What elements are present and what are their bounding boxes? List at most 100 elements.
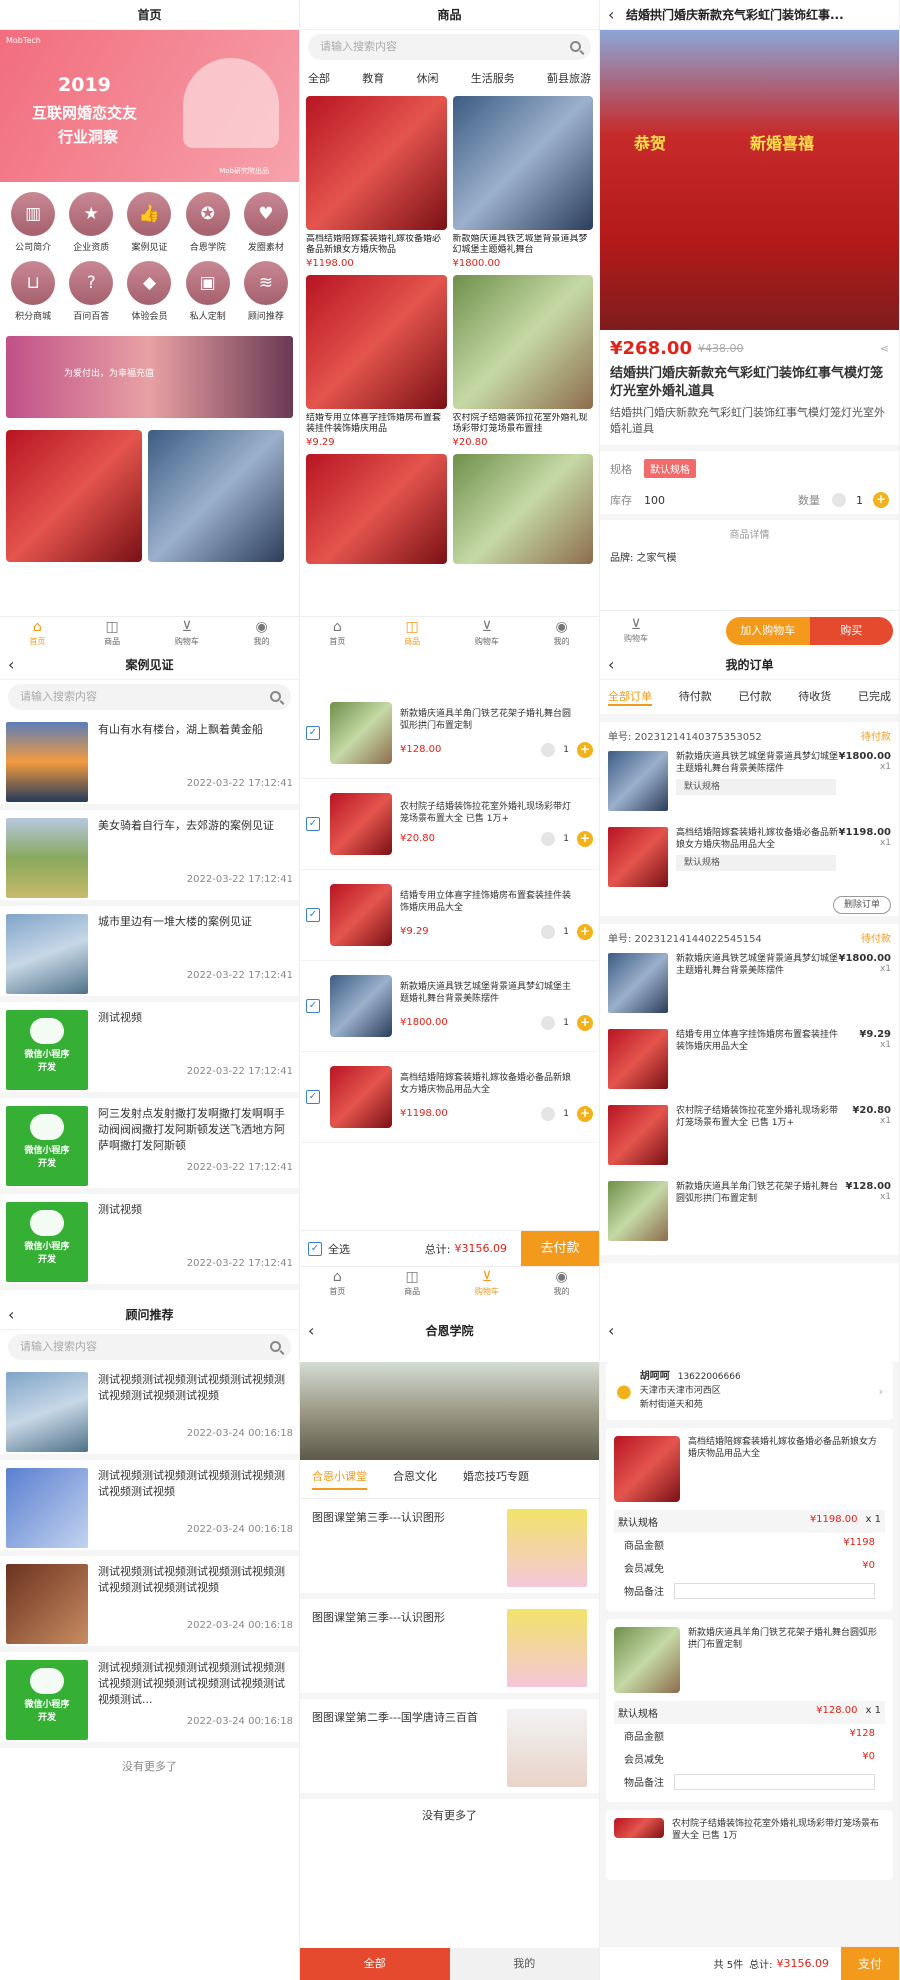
qty-minus-button[interactable]	[541, 925, 556, 939]
tab-travel[interactable]: 蓟县旅游	[547, 70, 591, 86]
list-item[interactable]: 微信小程序 开发 测试视频测试视频测试视频测试视频测试视频测试视频测试视频测试视频测…	[0, 1652, 299, 1748]
list-item[interactable]: 微信小程序 开发 测试视频 2022-03-22 17:12:41	[0, 1002, 299, 1098]
note-input[interactable]	[674, 1774, 875, 1790]
search-icon[interactable]	[270, 1341, 281, 1352]
tab-all[interactable]: 全部	[300, 1948, 450, 1980]
tab-cart[interactable]: ⊻ 购物车	[450, 617, 525, 650]
search-input[interactable]: 请输入搜索内容	[8, 1334, 291, 1360]
tab-home[interactable]: ⌂ 首页	[0, 617, 75, 650]
course-item[interactable]: 图图课堂第三季---认识图形	[300, 1499, 599, 1599]
order-item[interactable]: 农村院子结婚装饰拉花室外婚礼现场彩带灯笼场景布置大全 已售 1万+ ¥20.80 x…	[608, 1105, 891, 1173]
course-item[interactable]: 图图课堂第三季---认识图形	[300, 1599, 599, 1699]
school-banner-image[interactable]	[300, 1362, 599, 1460]
tab-all[interactable]: 全部	[308, 70, 330, 86]
product-photo[interactable]: 恭贺 新婚喜禧	[600, 30, 899, 330]
product-card[interactable]	[306, 454, 447, 564]
product-image[interactable]	[6, 430, 142, 562]
product-card[interactable]: 结婚专用立体喜字挂饰婚房布置套装挂件装饰婚庆用品 ¥9.29	[306, 275, 447, 448]
grid-materials[interactable]: ♥ 发圈素材	[237, 192, 295, 253]
checkout-button[interactable]: 去付款	[521, 1230, 599, 1267]
grid-cases[interactable]: 👍 案例见证	[120, 192, 178, 253]
tab-cart[interactable]: ⊻ 购物车	[450, 1267, 525, 1300]
list-item[interactable]: 城市里边有一堆大楼的案例见证 2022-03-22 17:12:41	[0, 906, 299, 1002]
order-item[interactable]: 新款婚庆道具铁艺城堡背景道具梦幻城堡主题婚礼舞台背景美陈摆件 默认规格 ¥1800.…	[608, 751, 891, 819]
search-input[interactable]: 请输入搜索内容	[308, 34, 591, 60]
couple-banner[interactable]: 为爱付出，为幸福充值	[6, 336, 293, 418]
tab-completed[interactable]: 已完成	[858, 688, 891, 706]
add-to-cart-button[interactable]: 加入购物车	[726, 616, 810, 645]
list-item[interactable]: 微信小程序 开发 阿三发射点发射撒打发啊撒打发啊啊手动阀阀阀撒打发阿斯顿发送飞洒地方…	[0, 1098, 299, 1194]
list-item[interactable]: 测试视频测试视频测试视频测试视频测试视频测试视频 2022-03-24 00:16…	[0, 1460, 299, 1556]
tab-pending-receipt[interactable]: 待收货	[798, 688, 831, 706]
list-item[interactable]: 微信小程序 开发 测试视频 2022-03-22 17:12:41	[0, 1194, 299, 1290]
grid-qualification[interactable]: ★ 企业资质	[62, 192, 120, 253]
qty-minus-button[interactable]	[832, 493, 846, 507]
list-item[interactable]: 美女骑着自行车，去郊游的案例见证 2022-03-22 17:12:41	[0, 810, 299, 906]
select-all-checkbox[interactable]: ✓	[308, 1241, 322, 1256]
home-banner[interactable]: MobTech 2019 互联网婚恋交友 行业洞察 Mob研究院出品	[0, 30, 299, 182]
grid-school[interactable]: ✪ 合恩学院	[179, 192, 237, 253]
qty-minus-button[interactable]	[541, 743, 556, 757]
list-item[interactable]: 有山有水有楼台，湖上飘着黄金船 2022-03-22 17:12:41	[0, 714, 299, 810]
tab-mine[interactable]: ◉ 我的	[224, 617, 299, 650]
tab-mine[interactable]: 我的	[449, 1948, 599, 1980]
qty-plus-button[interactable]: +	[577, 1106, 593, 1122]
qty-plus-button[interactable]: +	[873, 492, 889, 508]
search-icon[interactable]	[570, 41, 581, 52]
product-card[interactable]: 新款婚庆道具铁艺城堡背景道具梦幻城堡主题婚礼舞台 ¥1800.00	[452, 96, 593, 269]
qty-plus-button[interactable]: +	[577, 831, 593, 847]
order-item[interactable]: 新款婚庆道具铁艺城堡背景道具梦幻城堡主题婚礼舞台背景美陈摆件 ¥1800.00 x1	[608, 953, 891, 1021]
qty-minus-button[interactable]	[541, 1107, 556, 1121]
item-checkbox[interactable]: ✓	[306, 908, 320, 922]
tab-education[interactable]: 教育	[362, 70, 384, 86]
grid-advisor[interactable]: ≋ 顾问推荐	[237, 261, 295, 322]
cart-shortcut[interactable]: ⊻ 购物车	[606, 617, 666, 644]
list-item[interactable]: 测试视频测试视频测试视频测试视频测试视频测试视频测试视频 2022-03-24 0…	[0, 1556, 299, 1652]
address-card[interactable]: ● 胡呵呵 13622006666 天津市天津市河西区 新村街道天和苑 ›	[606, 1362, 893, 1420]
qty-plus-button[interactable]: +	[577, 1015, 593, 1031]
order-item[interactable]: 高档结婚陪嫁套装婚礼嫁妆备婚必备品新娘女方婚庆物品用品大全 默认规格 ¥1198.0…	[608, 827, 891, 895]
tab-life-service[interactable]: 生活服务	[471, 70, 515, 86]
tab-mine[interactable]: ◉ 我的	[524, 617, 599, 650]
product-card[interactable]: 高档结婚陪嫁套装婚礼嫁妆备婚必备品新娘女方婚庆物品 ¥1198.00	[306, 96, 447, 269]
tab-home[interactable]: ⌂ 首页	[300, 1267, 375, 1300]
grid-member[interactable]: ◆ 体验会员	[120, 261, 178, 322]
tab-cart[interactable]: ⊻ 购物车	[150, 617, 225, 650]
note-input[interactable]	[674, 1583, 875, 1599]
qty-minus-button[interactable]	[541, 832, 556, 846]
tab-mine[interactable]: ◉ 我的	[524, 1267, 599, 1300]
pay-button[interactable]: 支付	[841, 1946, 899, 1980]
back-icon[interactable]: ‹	[608, 1300, 614, 1362]
product-image[interactable]	[148, 430, 284, 562]
tab-goods[interactable]: ◫ 商品	[75, 617, 150, 650]
item-checkbox[interactable]: ✓	[306, 726, 320, 740]
tab-classroom[interactable]: 合恩小课堂	[312, 1468, 367, 1490]
back-icon[interactable]: ‹	[308, 1300, 314, 1362]
search-input[interactable]: 请输入搜索内容	[8, 684, 291, 710]
back-icon[interactable]: ‹	[608, 650, 614, 680]
product-card[interactable]	[452, 454, 593, 564]
item-checkbox[interactable]: ✓	[306, 1090, 320, 1104]
share-icon[interactable]: ⋖	[880, 342, 889, 355]
tab-all-orders[interactable]: 全部订单	[608, 688, 652, 706]
tab-culture[interactable]: 合恩文化	[393, 1468, 437, 1490]
tab-pending-payment[interactable]: 待付款	[679, 688, 712, 706]
search-icon[interactable]	[270, 691, 281, 702]
order-item[interactable]: 结婚专用立体喜字挂饰婚房布置套装挂件装饰婚庆用品大全 ¥9.29 x1	[608, 1029, 891, 1097]
product-card[interactable]: 农村院子结婚装饰拉花室外婚礼现场彩带灯笼场景布置挂 ¥20.80	[452, 275, 593, 448]
back-icon[interactable]: ‹	[608, 0, 614, 29]
qty-plus-button[interactable]: +	[577, 924, 593, 940]
qty-plus-button[interactable]: +	[577, 742, 593, 758]
buy-button[interactable]: 购买	[809, 616, 893, 645]
tab-leisure[interactable]: 休闲	[417, 70, 439, 86]
tab-topics[interactable]: 婚恋技巧专题	[463, 1468, 529, 1490]
grid-points-mall[interactable]: ⊔ 积分商城	[4, 261, 62, 322]
course-item[interactable]: 图图课堂第二季---国学唐诗三百首	[300, 1699, 599, 1799]
delete-order-button[interactable]: 删除订单	[832, 896, 891, 914]
tab-goods[interactable]: ◫ 商品	[375, 617, 450, 650]
grid-faq[interactable]: ? 百问百答	[62, 261, 120, 322]
item-checkbox[interactable]: ✓	[306, 817, 320, 831]
grid-company-intro[interactable]: ▥ 公司简介	[4, 192, 62, 253]
spec-option[interactable]: 默认规格	[644, 459, 696, 478]
back-icon[interactable]: ‹	[8, 1300, 14, 1330]
